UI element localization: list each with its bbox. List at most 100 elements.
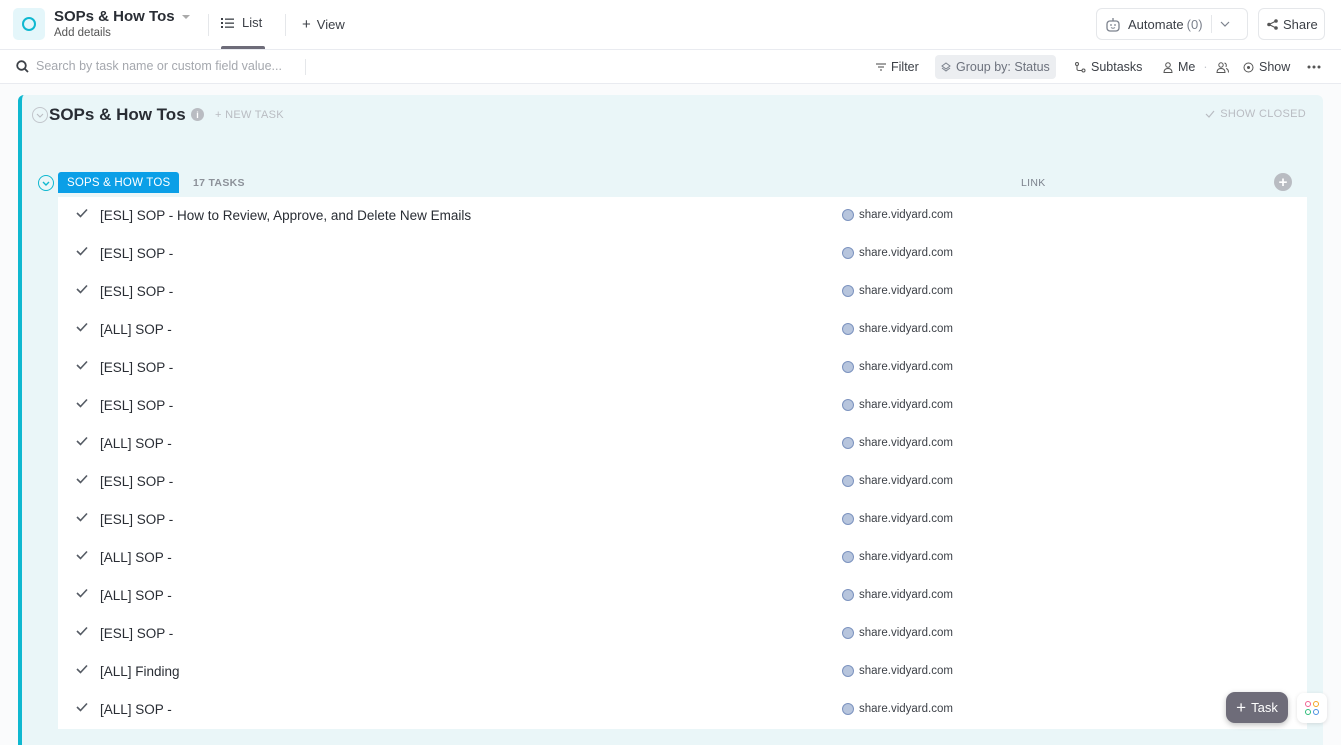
task-link[interactable]: share.vidyard.com	[842, 513, 953, 525]
check-icon[interactable]	[76, 208, 88, 218]
task-name[interactable]: [ALL] SOP -	[100, 702, 180, 717]
user-icon	[1163, 61, 1173, 73]
subtasks-label: Subtasks	[1091, 60, 1143, 74]
add-column-button[interactable]: +	[1274, 173, 1292, 191]
task-name[interactable]: [ALL] SOP -	[100, 588, 180, 603]
robot-icon	[1106, 17, 1120, 32]
task-link[interactable]: share.vidyard.com	[842, 703, 953, 715]
status-badge[interactable]: SOPS & HOW TOS	[58, 172, 180, 193]
column-header-link[interactable]: LINK	[1021, 177, 1046, 189]
caret-down-icon[interactable]	[182, 15, 190, 19]
info-icon[interactable]: i	[191, 108, 204, 121]
chevron-down-icon[interactable]	[1220, 21, 1230, 27]
task-link[interactable]: share.vidyard.com	[842, 323, 953, 335]
table-row[interactable]: [ESL] SOP - share.vidyard.com	[58, 463, 1307, 501]
check-icon[interactable]	[76, 702, 88, 712]
task-link-text: share.vidyard.com	[859, 285, 953, 297]
subtasks-button[interactable]: Subtasks	[1075, 55, 1142, 79]
task-link-text: share.vidyard.com	[859, 323, 953, 335]
filter-button[interactable]: Filter	[876, 55, 919, 79]
header-bar: SOPs & How Tos Add details List + View A…	[0, 0, 1341, 50]
check-icon[interactable]	[76, 322, 88, 332]
task-name[interactable]: [ALL] Finding	[100, 664, 180, 679]
plus-icon: +	[1278, 173, 1288, 191]
table-row[interactable]: [ALL] SOP - share.vidyard.com	[58, 425, 1307, 463]
task-link[interactable]: share.vidyard.com	[842, 589, 953, 601]
check-icon[interactable]	[76, 436, 88, 446]
check-icon[interactable]	[76, 284, 88, 294]
task-link[interactable]: share.vidyard.com	[842, 665, 953, 677]
task-name[interactable]: [ESL] SOP -	[100, 360, 180, 375]
me-label: Me	[1178, 60, 1196, 74]
group-by-label: Group by: Status	[956, 60, 1050, 74]
table-row[interactable]: [ALL] SOP - share.vidyard.com	[58, 577, 1307, 615]
show-button[interactable]: Show	[1243, 55, 1290, 79]
task-link[interactable]: share.vidyard.com	[842, 399, 953, 411]
task-link-text: share.vidyard.com	[859, 437, 953, 449]
tab-list[interactable]: List	[221, 15, 262, 30]
table-row[interactable]: [ESL] SOP - share.vidyard.com	[58, 273, 1307, 311]
check-icon[interactable]	[76, 246, 88, 256]
table-row[interactable]: [ESL] SOP - share.vidyard.com	[58, 235, 1307, 273]
task-name[interactable]: [ESL] SOP - How to Review, Approve, and …	[100, 208, 510, 223]
task-link[interactable]: share.vidyard.com	[842, 437, 953, 449]
table-row[interactable]: [ESL] SOP - share.vidyard.com	[58, 615, 1307, 653]
collapse-group-toggle[interactable]	[38, 175, 54, 191]
task-name[interactable]: [ESL] SOP -	[100, 398, 180, 413]
task-name[interactable]: [ESL] SOP -	[100, 626, 180, 641]
globe-icon	[842, 589, 854, 601]
plus-icon: +	[302, 16, 311, 33]
task-name[interactable]: [ALL] SOP -	[100, 436, 180, 451]
show-closed-button[interactable]: SHOW CLOSED	[1205, 108, 1306, 120]
automate-button[interactable]: Automate (0)	[1096, 8, 1248, 40]
task-name[interactable]: [ESL] SOP -	[100, 284, 180, 299]
check-icon[interactable]	[76, 550, 88, 560]
check-icon[interactable]	[76, 360, 88, 370]
table-row[interactable]: [ALL] SOP - share.vidyard.com	[58, 539, 1307, 577]
task-link[interactable]: share.vidyard.com	[842, 361, 953, 373]
task-link-text: share.vidyard.com	[859, 665, 953, 677]
check-icon[interactable]	[76, 626, 88, 636]
table-row[interactable]: [ALL] Finding share.vidyard.com	[58, 653, 1307, 691]
add-details-link[interactable]: Add details	[54, 27, 111, 39]
apps-button[interactable]	[1297, 693, 1327, 723]
table-row[interactable]: [ESL] SOP - share.vidyard.com	[58, 501, 1307, 539]
check-icon[interactable]	[76, 512, 88, 522]
table-row[interactable]: [ALL] SOP - share.vidyard.com	[58, 691, 1307, 729]
task-name[interactable]: [ESL] SOP -	[100, 474, 180, 489]
table-row[interactable]: [ESL] SOP - How to Review, Approve, and …	[58, 197, 1307, 235]
task-name[interactable]: [ALL] SOP -	[100, 322, 180, 337]
filter-label: Filter	[891, 60, 919, 74]
check-icon[interactable]	[76, 588, 88, 598]
users-icon[interactable]	[1216, 61, 1229, 73]
task-link-text: share.vidyard.com	[859, 475, 953, 487]
search-input[interactable]: Search by task name or custom field valu…	[16, 59, 282, 73]
new-task-button[interactable]: + NEW TASK	[215, 109, 284, 121]
check-icon[interactable]	[76, 398, 88, 408]
table-row[interactable]: [ESL] SOP - share.vidyard.com	[58, 387, 1307, 425]
active-tab-indicator	[221, 46, 265, 49]
assignee-me-button[interactable]: Me ·	[1163, 55, 1229, 79]
new-task-fab[interactable]: + Task	[1226, 692, 1288, 723]
page-title[interactable]: SOPs & How Tos	[54, 8, 175, 25]
share-button[interactable]: Share	[1258, 8, 1325, 40]
task-link[interactable]: share.vidyard.com	[842, 209, 953, 221]
check-icon[interactable]	[76, 474, 88, 484]
table-row[interactable]: [ESL] SOP - share.vidyard.com	[58, 349, 1307, 387]
group-by-button[interactable]: Group by: Status	[935, 55, 1056, 79]
space-icon[interactable]	[13, 8, 45, 40]
table-row[interactable]: [ALL] SOP - share.vidyard.com	[58, 311, 1307, 349]
add-view-button[interactable]: + View	[302, 16, 345, 33]
task-link[interactable]: share.vidyard.com	[842, 285, 953, 297]
task-link[interactable]: share.vidyard.com	[842, 475, 953, 487]
more-options-button[interactable]	[1307, 55, 1321, 79]
check-icon[interactable]	[76, 664, 88, 674]
task-link[interactable]: share.vidyard.com	[842, 627, 953, 639]
task-name[interactable]: [ESL] SOP -	[100, 246, 180, 261]
task-name[interactable]: [ALL] SOP -	[100, 550, 180, 565]
list-title[interactable]: SOPs & How Tos	[49, 105, 186, 125]
collapse-list-toggle[interactable]	[32, 107, 48, 123]
task-link[interactable]: share.vidyard.com	[842, 247, 953, 259]
task-link[interactable]: share.vidyard.com	[842, 551, 953, 563]
task-name[interactable]: [ESL] SOP -	[100, 512, 180, 527]
